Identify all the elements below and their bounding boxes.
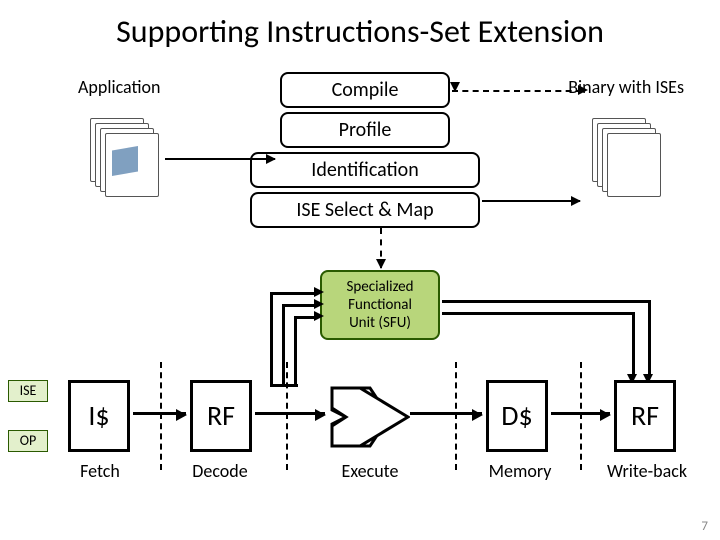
stage-separator [455,362,457,470]
binary-doc-stack [592,118,662,196]
compile-box: Compile [280,72,450,108]
arrow-compile-to-binary-dashed [452,90,582,92]
op-tag: OP [8,430,48,452]
page-title: Supporting Instructions-Set Extension [0,0,720,51]
compile-flow-boxes: Compile Profile Identification ISE Selec… [250,72,480,232]
connector [294,316,297,386]
connector [270,292,318,295]
slide-number: 7 [701,519,708,534]
connector [442,300,648,303]
arrowhead-right-icon [314,299,324,309]
arrow-isemap-to-sfu [380,228,382,268]
register-file-wb-box: RF [614,380,676,452]
arrowhead-right-icon [578,85,588,95]
sfu-line2: Functional [322,296,438,314]
application-doc-stack [90,118,160,196]
doc-glyph-icon [112,146,138,176]
icache-box: I$ [68,380,130,452]
arrowhead-right-icon [314,287,324,297]
connector [282,304,285,386]
arrow-fetch-to-decode [133,412,186,415]
top-flow-row: Application Binary with ISEs Compile Pro… [0,72,720,237]
connector [648,300,651,378]
connector [632,312,635,378]
ise-select-map-box: ISE Select & Map [250,192,480,228]
sfu-line1: Specialized [322,278,438,296]
stage-label-execute: Execute [330,460,410,482]
arrow-decode-to-execute [255,412,325,415]
application-label: Application [78,76,161,98]
profile-box: Profile [280,112,450,148]
stage-label-memory: Memory [475,460,565,482]
dcache-box: D$ [486,380,548,452]
connector [442,312,632,315]
arrow-execute-to-memory [410,412,482,415]
alu-icon [330,386,410,448]
stage-separator [580,362,582,470]
ise-tag: ISE [8,380,48,402]
stage-separator [160,362,162,470]
arrow-isemap-to-binary [482,200,580,202]
register-file-decode-box: RF [190,380,252,452]
connector [282,304,318,307]
stage-separator [286,362,288,470]
identification-box: Identification [250,152,480,188]
stage-label-decode: Decode [180,460,260,482]
stage-label-writeback: Write-back [592,460,702,482]
pipeline-row: ISE OP I$ RF D$ RF Fetch Decode Execute … [0,380,720,520]
arrow-memory-to-writeback [551,412,610,415]
sfu-line3: Unit (SFU) [322,314,438,332]
sfu-box: Specialized Functional Unit (SFU) [320,270,440,340]
stage-label-fetch: Fetch [65,460,135,482]
connector [270,292,273,386]
arrow-app-to-compile [165,158,275,160]
arrowhead-right-icon [314,311,324,321]
doc-sheet [607,133,661,197]
